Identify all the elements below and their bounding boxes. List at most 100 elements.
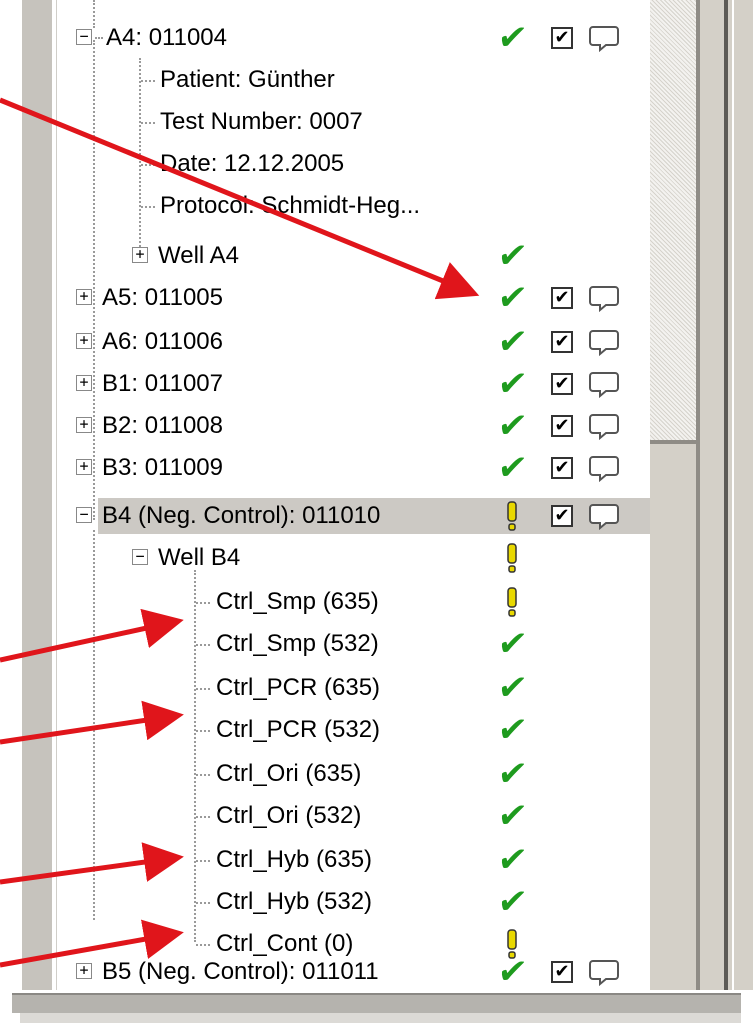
tree-guide-line [141, 122, 155, 124]
tree-node-label[interactable]: B1: 011007 [98, 366, 227, 402]
tree-node-ctrl-ori-635[interactable]: Ctrl_Ori (635) ✔ [58, 754, 711, 794]
tree-node-ctrl-hyb-532[interactable]: Ctrl_Hyb (532) ✔ [58, 882, 711, 922]
comment-bubble-icon[interactable] [589, 328, 619, 356]
tree-guide-line [196, 774, 210, 776]
checkbox-icon[interactable]: ✔ [551, 287, 573, 309]
tree-node-label[interactable]: A5: 011005 [98, 280, 227, 316]
bottom-border [12, 993, 741, 1013]
tree-node-a6[interactable]: + A6: 011006 ✔ ✔ [58, 322, 711, 362]
tree-node-b5[interactable]: + B5 (Neg. Control): 011011 ✔ ✔ [58, 952, 711, 992]
tree-node-label[interactable]: Ctrl_Ori (532) [212, 798, 365, 834]
tree-node-label[interactable]: Ctrl_Hyb (635) [212, 842, 376, 878]
tree-node-ctrl-ori-532[interactable]: Ctrl_Ori (532) ✔ [58, 796, 711, 836]
tree-node-a5[interactable]: + A5: 011005 ✔ ✔ [58, 278, 711, 318]
tree-node-date[interactable]: Date: 12.12.2005 [58, 146, 711, 182]
tree-node-label[interactable]: Ctrl_Hyb (532) [212, 884, 376, 920]
tree-node-label[interactable]: A6: 011006 [98, 324, 227, 360]
comment-bubble-icon[interactable] [589, 284, 619, 312]
collapse-toggle[interactable]: − [132, 549, 148, 565]
comment-bubble-icon[interactable] [589, 454, 619, 482]
tree-node-b3[interactable]: + B3: 011009 ✔ ✔ [58, 448, 711, 488]
checkbox-icon[interactable]: ✔ [551, 27, 573, 49]
tree-node-label[interactable]: Ctrl_PCR (532) [212, 712, 384, 748]
tree-node-label[interactable]: Well B4 [154, 540, 244, 576]
status-check-icon: ✔ [494, 236, 530, 276]
status-check-icon: ✔ [494, 364, 530, 404]
comment-bubble-icon[interactable] [589, 958, 619, 986]
expand-toggle[interactable]: + [76, 459, 92, 475]
status-warning-icon [507, 543, 517, 573]
status-warning-icon [507, 501, 517, 531]
collapse-toggle[interactable]: − [76, 507, 92, 523]
checkbox-icon[interactable]: ✔ [551, 415, 573, 437]
tree-guide-line [196, 688, 210, 690]
tree-node-label[interactable]: B2: 011008 [98, 408, 227, 444]
tree-node-label[interactable]: Test Number: 0007 [156, 104, 367, 140]
checkbox-icon[interactable]: ✔ [551, 505, 573, 527]
tree-node-label[interactable]: Ctrl_Smp (635) [212, 584, 383, 620]
tree-node-b4[interactable]: − B4 (Neg. Control): 011010 ✔ [58, 498, 711, 534]
status-check-icon: ✔ [494, 406, 530, 446]
tree-guide-line [196, 816, 210, 818]
tree-node-label[interactable]: Ctrl_Ori (635) [212, 756, 365, 792]
tree-node-label[interactable]: Well A4 [154, 238, 243, 274]
status-check-icon: ✔ [494, 448, 530, 488]
expand-toggle[interactable]: + [76, 375, 92, 391]
tree-guide-line [141, 164, 155, 166]
scrollbar-thumb[interactable] [650, 0, 700, 444]
tree-guide-line [141, 206, 155, 208]
tree-node-label[interactable]: Protocol: Schmidt-Heg... [156, 188, 424, 224]
checkbox-icon[interactable]: ✔ [551, 373, 573, 395]
tree-node-patient[interactable]: Patient: Günther [58, 62, 711, 98]
expand-toggle[interactable]: + [132, 247, 148, 263]
bottom-shadow [20, 1013, 741, 1023]
tree-guide-line [196, 902, 210, 904]
tree-node-label[interactable]: Ctrl_Smp (532) [212, 626, 383, 662]
expand-toggle[interactable]: + [76, 333, 92, 349]
tree-node-a4[interactable]: − A4: 011004 ✔ ✔ [58, 18, 711, 58]
tree-node-well-a4[interactable]: + Well A4 ✔ [58, 236, 711, 276]
tree-node-ctrl-smp-635[interactable]: Ctrl_Smp (635) [58, 584, 711, 620]
tree-node-label[interactable]: A4: 011004 [102, 20, 231, 56]
expand-toggle[interactable]: + [76, 417, 92, 433]
tree-guide-line [196, 860, 210, 862]
status-check-icon: ✔ [494, 796, 530, 836]
tree-view[interactable]: − A4: 011004 ✔ ✔ Patient: Günther Test N… [58, 0, 652, 1000]
tree-guide-line [196, 944, 210, 946]
tree-node-label[interactable]: B3: 011009 [98, 450, 227, 486]
tree-node-label[interactable]: Date: 12.12.2005 [156, 146, 348, 182]
tree-guide-line [196, 644, 210, 646]
left-panel-edge [52, 0, 57, 1000]
checkbox-icon[interactable]: ✔ [551, 961, 573, 983]
expand-toggle[interactable]: + [76, 289, 92, 305]
tree-node-label[interactable]: Ctrl_PCR (635) [212, 670, 384, 706]
tree-node-label[interactable]: Patient: Günther [156, 62, 339, 98]
tree-guide-line [196, 730, 210, 732]
tree-node-ctrl-pcr-532[interactable]: Ctrl_PCR (532) ✔ [58, 710, 711, 750]
tree-node-label[interactable]: B5 (Neg. Control): 011011 [98, 954, 383, 990]
tree-node-well-b4[interactable]: − Well B4 [58, 540, 711, 576]
status-check-icon: ✔ [494, 882, 530, 922]
tree-node-b1[interactable]: + B1: 011007 ✔ ✔ [58, 364, 711, 404]
status-check-icon: ✔ [494, 840, 530, 880]
comment-bubble-icon[interactable] [589, 412, 619, 440]
status-check-icon: ✔ [494, 322, 530, 362]
tree-node-ctrl-hyb-635[interactable]: Ctrl_Hyb (635) ✔ [58, 840, 711, 880]
comment-bubble-icon[interactable] [589, 24, 619, 52]
checkbox-icon[interactable]: ✔ [551, 331, 573, 353]
tree-node-ctrl-smp-532[interactable]: Ctrl_Smp (532) ✔ [58, 624, 711, 664]
status-check-icon: ✔ [494, 754, 530, 794]
tree-node-ctrl-pcr-635[interactable]: Ctrl_PCR (635) ✔ [58, 668, 711, 708]
tree-guide-line [196, 602, 210, 604]
expand-toggle[interactable]: + [76, 963, 92, 979]
checkbox-icon[interactable]: ✔ [551, 457, 573, 479]
tree-node-b2[interactable]: + B2: 011008 ✔ ✔ [58, 406, 711, 446]
tree-node-test-number[interactable]: Test Number: 0007 [58, 104, 711, 140]
status-check-icon: ✔ [494, 18, 530, 58]
status-check-icon: ✔ [494, 278, 530, 318]
tree-node-protocol[interactable]: Protocol: Schmidt-Heg... [58, 188, 711, 224]
comment-bubble-icon[interactable] [589, 502, 619, 530]
left-panel-border [22, 0, 54, 1000]
collapse-toggle[interactable]: − [76, 29, 92, 45]
comment-bubble-icon[interactable] [589, 370, 619, 398]
